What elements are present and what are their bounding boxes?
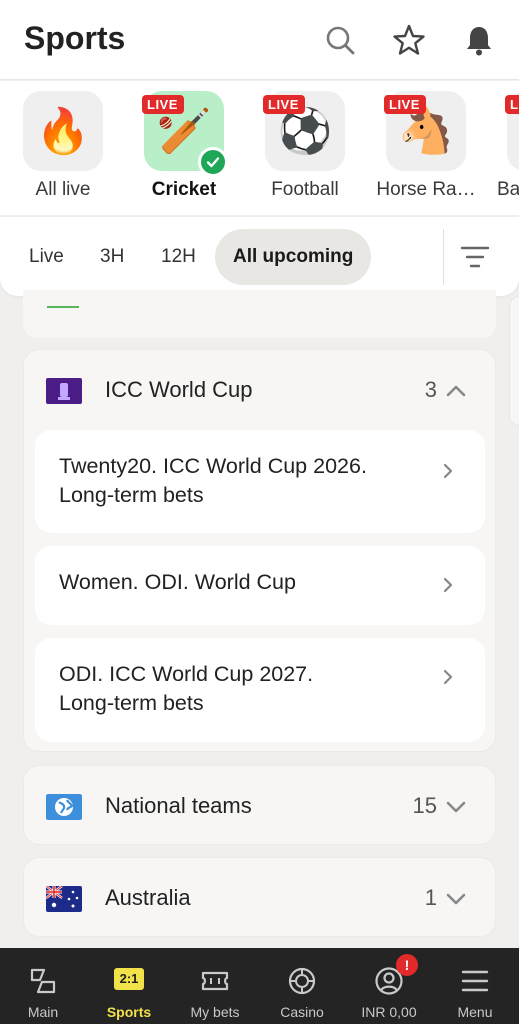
nav-sports[interactable]: 2:1 Sports (86, 948, 172, 1024)
sport-horse-racing[interactable]: 🐴 LIVE Horse Ra… (376, 91, 476, 201)
fire-icon: 🔥 (35, 107, 91, 156)
bell-icon[interactable] (461, 22, 497, 58)
group-name: Australia (105, 885, 191, 910)
sport-label: Horse Ra… (376, 179, 476, 200)
list-item[interactable]: ODI. ICC World Cup 2027. Long-term bets (35, 638, 485, 742)
event-title-line: Twenty20. ICC World Cup 2026. (59, 454, 367, 478)
globe-icon (46, 794, 82, 820)
nav-label: Main (27, 1004, 59, 1020)
live-badge: LIVE (505, 95, 519, 114)
icc-logo-icon (46, 378, 82, 404)
nav-menu[interactable]: Menu (432, 948, 518, 1024)
chevron-right-icon (443, 463, 453, 479)
group-count: 1 (424, 885, 437, 910)
bottom-navigation: Main 2:1 Sports My bets Casino ! INR 0,0… (0, 948, 519, 1024)
page-title: Sports (24, 20, 126, 56)
alert-badge: ! (396, 954, 418, 976)
main-icon (30, 968, 56, 994)
group-national-teams[interactable]: National teams 15 (23, 765, 496, 845)
ticket-icon (201, 971, 229, 991)
casino-chip-icon (288, 967, 316, 995)
sports-icon: 2:1 (114, 968, 144, 990)
filter-icon[interactable] (460, 243, 490, 271)
event-title: Twenty20. ICC World Cup 2026. Long-term … (59, 452, 419, 510)
group-icc-world-cup: ICC World Cup 3 Twenty20. ICC World Cup … (23, 349, 496, 752)
filter-tab-all-upcoming[interactable]: All upcoming (215, 229, 372, 285)
search-icon[interactable] (322, 22, 358, 58)
group-name: ICC World Cup (105, 377, 253, 402)
group-header[interactable]: ICC World Cup 3 (24, 350, 495, 430)
sport-football[interactable]: ⚽ LIVE Football (255, 91, 355, 201)
menu-icon (461, 970, 489, 992)
live-badge: LIVE (384, 95, 426, 114)
filter-tab-3h[interactable]: 3H (82, 229, 142, 285)
event-title: Women. ODI. World Cup (59, 570, 296, 594)
nav-label: My bets (190, 1004, 240, 1020)
check-icon (198, 147, 228, 177)
group-name: National teams (105, 793, 252, 818)
nav-label: Sports (106, 1004, 152, 1020)
sport-all-live[interactable]: 🔥 All live (13, 91, 113, 201)
event-title-line: ODI. ICC World Cup 2027. (59, 662, 314, 686)
star-icon[interactable] (391, 22, 427, 58)
flag-partial (47, 306, 79, 308)
group-count: 15 (412, 793, 437, 818)
chevron-right-icon (443, 669, 453, 685)
nav-main[interactable]: Main (0, 948, 86, 1024)
nav-casino[interactable]: Casino (259, 948, 345, 1024)
previous-group-card (23, 290, 496, 338)
sport-label: Ba (497, 179, 519, 200)
sport-label: Football (271, 179, 339, 200)
scroll-handle[interactable] (509, 296, 519, 426)
group-count: 3 (424, 377, 437, 402)
group-header[interactable]: Australia 1 (24, 858, 495, 938)
time-filter-bar: Live 3H 12H All upcoming (0, 216, 519, 296)
nav-account[interactable]: ! INR 0,00 (346, 948, 432, 1024)
live-badge: LIVE (263, 95, 305, 114)
nav-my-bets[interactable]: My bets (172, 948, 258, 1024)
sport-label: All live (35, 179, 91, 200)
event-title-line: Long-term bets (59, 691, 204, 715)
chevron-right-icon (443, 577, 453, 593)
event-title: ODI. ICC World Cup 2027. Long-term bets (59, 660, 419, 718)
sport-label: Cricket (151, 179, 217, 200)
live-badge: LIVE (142, 95, 184, 114)
sport-cricket[interactable]: 🏏 LIVE Cricket (134, 91, 234, 201)
chevron-down-icon[interactable] (445, 888, 467, 910)
sport-partial[interactable]: LIVE Ba (497, 91, 519, 201)
sports-category-strip[interactable]: 🔥 All live 🏏 LIVE Cricket ⚽ LIVE Footbal… (0, 81, 519, 215)
list-item[interactable]: Women. ODI. World Cup (35, 546, 485, 625)
nav-label: INR 0,00 (361, 1004, 417, 1020)
divider (443, 229, 444, 285)
filter-tab-live[interactable]: Live (11, 229, 82, 285)
top-bar: Sports (0, 0, 519, 80)
group-australia[interactable]: Australia 1 (23, 857, 496, 937)
event-title-line: Long-term bets (59, 483, 204, 507)
list-item[interactable]: Twenty20. ICC World Cup 2026. Long-term … (35, 430, 485, 533)
nav-label: Casino (280, 1004, 324, 1020)
chevron-up-icon[interactable] (445, 380, 467, 402)
filter-tab-12h[interactable]: 12H (143, 229, 214, 285)
australia-flag-icon (46, 886, 82, 912)
nav-label: Menu (457, 1004, 493, 1020)
group-header[interactable]: National teams 15 (24, 766, 495, 846)
chevron-down-icon[interactable] (445, 796, 467, 818)
